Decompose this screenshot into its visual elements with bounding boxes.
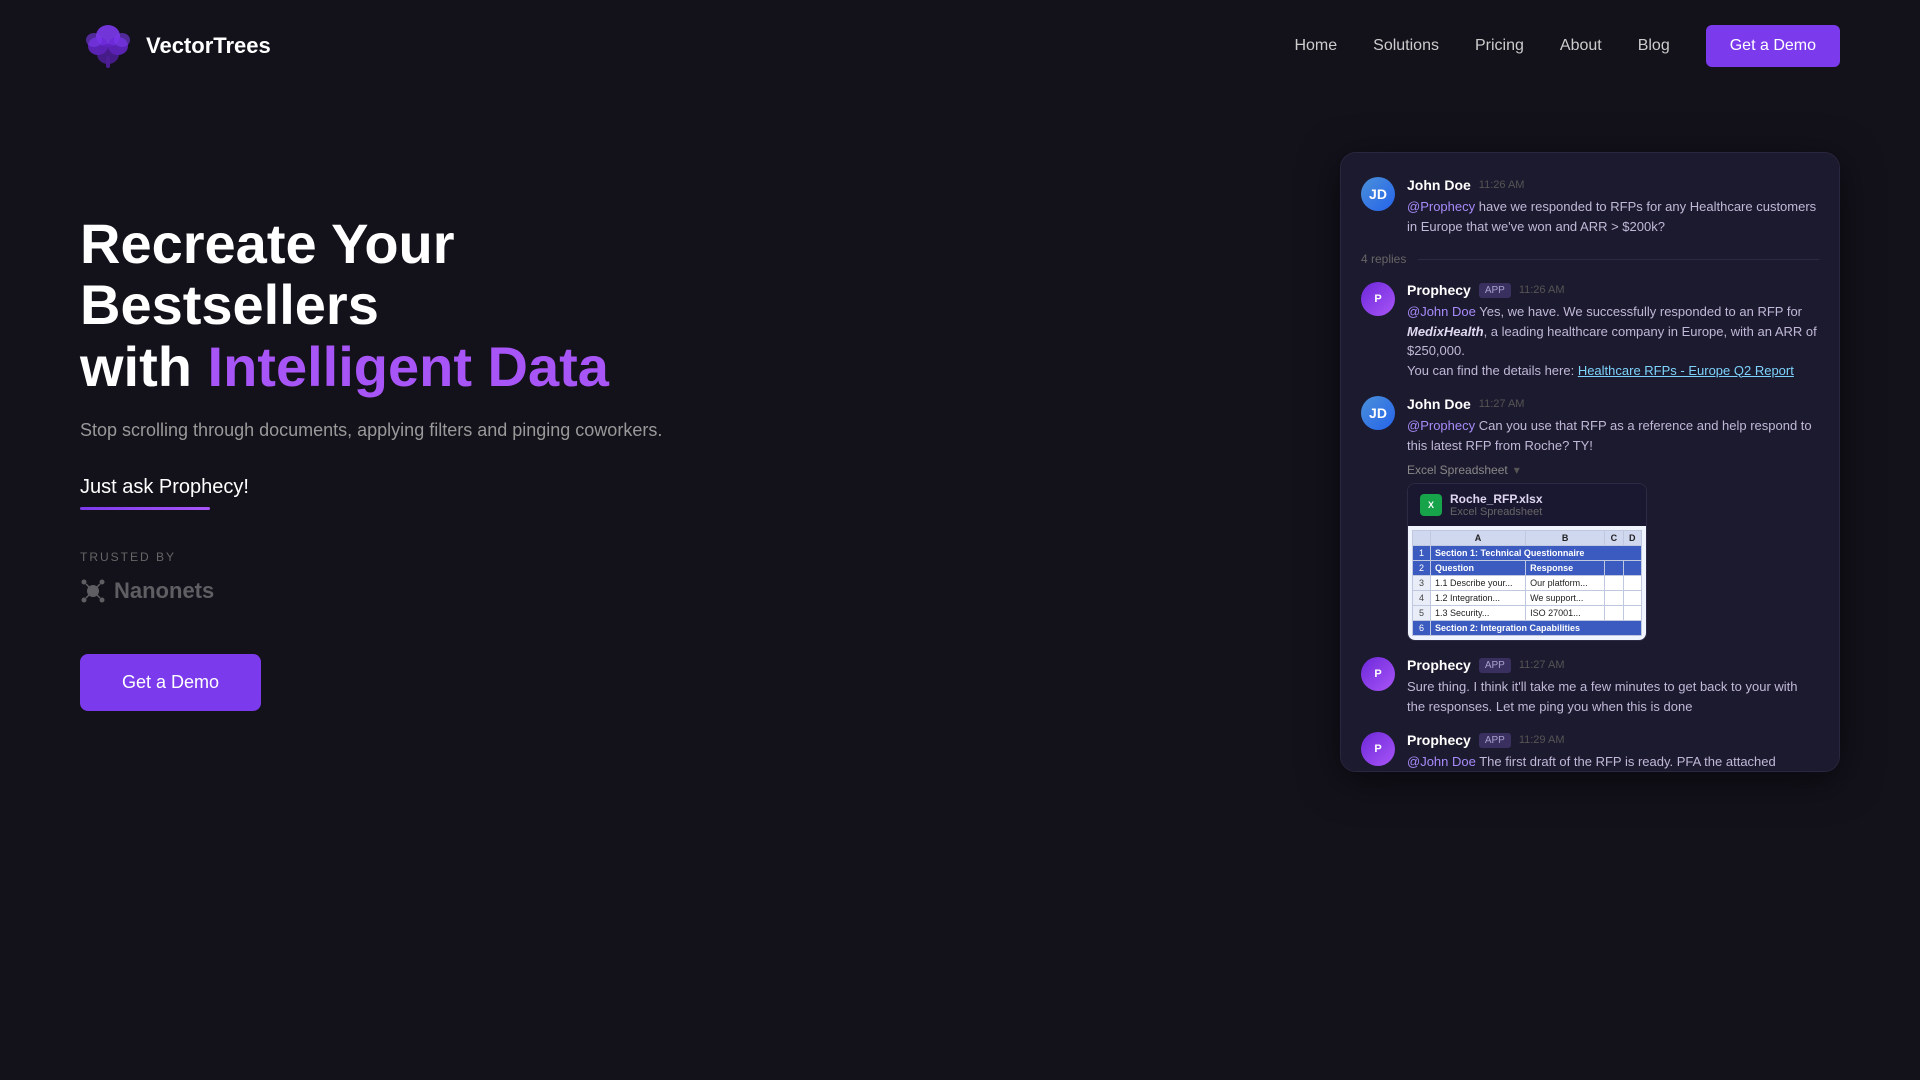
- replies-count: 4 replies: [1361, 252, 1406, 266]
- avatar-john-doe-1: JD: [1361, 177, 1395, 211]
- replies-row: 4 replies: [1361, 252, 1819, 266]
- logo-icon: [80, 18, 136, 74]
- msg-content-1: John Doe 11:26 AM @Prophecy have we resp…: [1407, 177, 1819, 236]
- chat-panel: JD John Doe 11:26 AM @Prophecy have we r…: [1340, 152, 1840, 772]
- mini-spreadsheet-table: A B C D 1 Section 1: Technical Questionn…: [1412, 530, 1642, 636]
- msg-author-3: John Doe: [1407, 396, 1471, 412]
- msg-body-3: @Prophecy Can you use that RFP as a refe…: [1407, 416, 1819, 455]
- msg-text-4: Sure thing. I think it'll take me a few …: [1407, 679, 1798, 714]
- msg-time-2: 11:26 AM: [1519, 284, 1565, 296]
- msg-content-2: Prophecy APP 11:26 AM @John Doe Yes, we …: [1407, 282, 1819, 380]
- msg-text-2c: You can find the details here:: [1407, 363, 1578, 378]
- attachment-box-3: X Roche_RFP.xlsx Excel Spreadsheet A: [1407, 483, 1647, 641]
- app-badge-4: APP: [1479, 658, 1511, 673]
- msg-header-4: Prophecy APP 11:27 AM: [1407, 657, 1819, 673]
- rfp-link[interactable]: Healthcare RFPs - Europe Q2 Report: [1578, 363, 1794, 378]
- avatar-prophecy-1: P: [1361, 282, 1395, 316]
- nav-blog[interactable]: Blog: [1638, 37, 1670, 55]
- msg-header-5: Prophecy APP 11:29 AM: [1407, 732, 1819, 748]
- chat-message-1: JD John Doe 11:26 AM @Prophecy have we r…: [1361, 177, 1819, 236]
- attachment-label-3: Excel Spreadsheet ▾: [1407, 463, 1819, 477]
- hero-subtitle: Stop scrolling through documents, applyi…: [80, 417, 680, 444]
- hero-get-demo-button[interactable]: Get a Demo: [80, 654, 261, 711]
- msg-time-3: 11:27 AM: [1479, 398, 1525, 410]
- chat-message-5: P Prophecy APP 11:29 AM @John Doe The fi…: [1361, 732, 1819, 772]
- msg-author-4: Prophecy: [1407, 657, 1471, 673]
- chat-message-2: P Prophecy APP 11:26 AM @John Doe Yes, w…: [1361, 282, 1819, 380]
- msg-header-1: John Doe 11:26 AM: [1407, 177, 1819, 193]
- nanonets-logo: Nanonets: [80, 578, 214, 604]
- msg-bold-2: MedixHealth: [1407, 324, 1484, 339]
- nav-get-demo-button[interactable]: Get a Demo: [1706, 25, 1840, 67]
- attachment-header-3: X Roche_RFP.xlsx Excel Spreadsheet: [1408, 484, 1646, 526]
- thread-divider: [1418, 259, 1819, 260]
- msg-text-2a: Yes, we have. We successfully responded …: [1476, 304, 1802, 319]
- nav-about[interactable]: About: [1560, 37, 1602, 55]
- hero-title-line2-plain: with: [80, 335, 208, 398]
- attachment-type-3: Excel Spreadsheet: [1450, 506, 1543, 518]
- mention-johndoe-5: @John Doe: [1407, 754, 1476, 769]
- nanonets-name: Nanonets: [114, 578, 214, 604]
- nav-home[interactable]: Home: [1294, 37, 1337, 55]
- app-badge-2: APP: [1479, 283, 1511, 298]
- msg-author-2: Prophecy: [1407, 282, 1471, 298]
- msg-content-4: Prophecy APP 11:27 AM Sure thing. I thin…: [1407, 657, 1819, 716]
- hero-left: Recreate Your Bestsellers with Intellige…: [80, 213, 680, 712]
- mention-johndoe-2: @John Doe: [1407, 304, 1476, 319]
- avatar-prophecy-5: P: [1361, 732, 1395, 766]
- hero-section: Recreate Your Bestsellers with Intellige…: [0, 92, 1920, 852]
- msg-body-5: @John Doe The first draft of the RFP is …: [1407, 752, 1819, 772]
- hero-title-line1: Recreate Your Bestsellers: [80, 212, 455, 337]
- mention-prophecy-1: @Prophecy: [1407, 199, 1475, 214]
- msg-body-4: Sure thing. I think it'll take me a few …: [1407, 677, 1819, 716]
- nav-pricing[interactable]: Pricing: [1475, 37, 1524, 55]
- msg-content-5: Prophecy APP 11:29 AM @John Doe The firs…: [1407, 732, 1819, 772]
- chat-message-3: JD John Doe 11:27 AM @Prophecy Can you u…: [1361, 396, 1819, 641]
- mention-prophecy-3: @Prophecy: [1407, 418, 1475, 433]
- msg-header-3: John Doe 11:27 AM: [1407, 396, 1819, 412]
- avatar-prophecy-4: P: [1361, 657, 1395, 691]
- nanonets-icon: [80, 578, 106, 604]
- spreadsheet-preview-3: A B C D 1 Section 1: Technical Questionn…: [1408, 526, 1646, 640]
- msg-time-1: 11:26 AM: [1479, 179, 1525, 191]
- app-badge-5: APP: [1479, 733, 1511, 748]
- trusted-by-label: TRUSTED BY: [80, 550, 680, 564]
- trusted-logos: Nanonets: [80, 578, 680, 604]
- hero-title: Recreate Your Bestsellers with Intellige…: [80, 213, 680, 398]
- nav-links: Home Solutions Pricing About Blog Get a …: [1294, 25, 1840, 67]
- msg-author-1: John Doe: [1407, 177, 1471, 193]
- hero-underline-decoration: [80, 507, 210, 510]
- hero-title-highlight: Intelligent Data: [208, 335, 609, 398]
- xlsx-icon-3: X: [1420, 494, 1442, 516]
- avatar-john-doe-3: JD: [1361, 396, 1395, 430]
- attachment-filename-3: Roche_RFP.xlsx: [1450, 492, 1543, 506]
- logo-area[interactable]: VectorTrees: [80, 18, 271, 74]
- hero-tagline: Just ask Prophecy!: [80, 476, 680, 499]
- chat-message-4: P Prophecy APP 11:27 AM Sure thing. I th…: [1361, 657, 1819, 716]
- msg-time-5: 11:29 AM: [1519, 734, 1565, 746]
- msg-time-4: 11:27 AM: [1519, 659, 1565, 671]
- msg-body-2: @John Doe Yes, we have. We successfully …: [1407, 302, 1819, 380]
- logo-text: VectorTrees: [146, 33, 271, 59]
- msg-header-2: Prophecy APP 11:26 AM: [1407, 282, 1819, 298]
- nav-solutions[interactable]: Solutions: [1373, 37, 1439, 55]
- msg-author-5: Prophecy: [1407, 732, 1471, 748]
- navbar: VectorTrees Home Solutions Pricing About…: [0, 0, 1920, 92]
- msg-body-1: @Prophecy have we responded to RFPs for …: [1407, 197, 1819, 236]
- msg-content-3: John Doe 11:27 AM @Prophecy Can you use …: [1407, 396, 1819, 641]
